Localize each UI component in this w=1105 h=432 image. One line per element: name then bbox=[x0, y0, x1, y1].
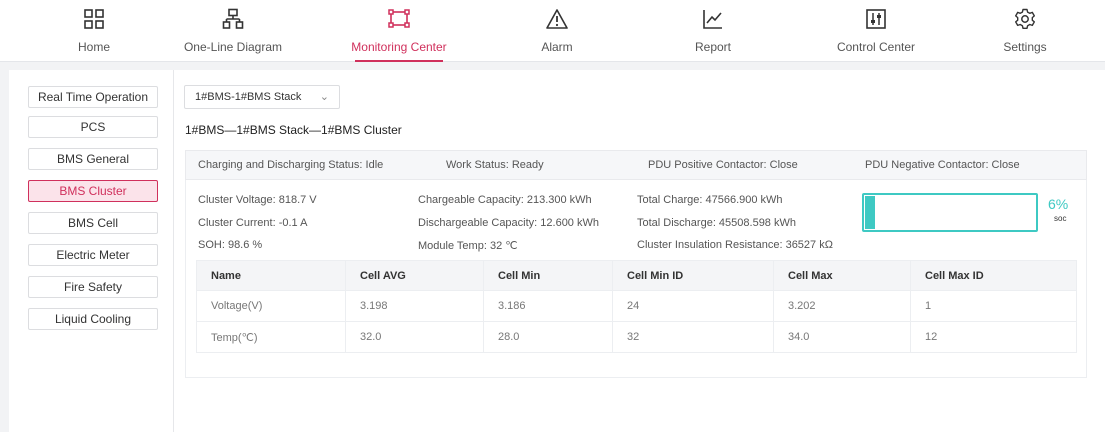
table-header: Cell Min ID bbox=[612, 260, 774, 291]
nav-home-label: Home bbox=[77, 40, 110, 54]
table-header: Cell AVG bbox=[345, 260, 484, 291]
nav-control-center-label: Control Center bbox=[836, 40, 916, 54]
pdu-negative-contactor: PDU Negative Contactor: Close bbox=[865, 159, 1020, 171]
soh: SOH: 98.6 % bbox=[198, 239, 263, 251]
charging-status: Charging and Discharging Status: Idle bbox=[198, 159, 384, 171]
table-row: Temp(℃) 32.0 28.0 32 34.0 12 bbox=[196, 321, 1077, 353]
table-cell: 28.0 bbox=[483, 321, 613, 353]
table-header: Name bbox=[196, 260, 346, 291]
status-bar: Charging and Discharging Status: Idle Wo… bbox=[185, 150, 1087, 180]
sidebar-item-pcs[interactable]: PCS bbox=[28, 116, 158, 138]
nav-home[interactable]: Home bbox=[34, 0, 154, 62]
cluster-current: Cluster Current: -0.1 A bbox=[198, 217, 308, 229]
nav-control-center[interactable]: Control Center bbox=[816, 0, 936, 62]
soc-value: 6% bbox=[1048, 196, 1069, 212]
table-cell: 34.0 bbox=[773, 321, 911, 353]
nav-report-label: Report bbox=[694, 40, 732, 54]
table-cell: 3.198 bbox=[345, 290, 484, 322]
nav-monitoring-center-label: Monitoring Center bbox=[351, 40, 447, 54]
cluster-stats: Cluster Voltage: 818.7 V Cluster Current… bbox=[185, 180, 1087, 378]
table-header: Cell Min bbox=[483, 260, 613, 291]
stack-select[interactable]: 1#BMS-1#BMS Stack ⌄ bbox=[184, 85, 340, 109]
pdu-positive-contactor: PDU Positive Contactor: Close bbox=[648, 159, 798, 171]
table-header: Cell Max ID bbox=[910, 260, 1077, 291]
nav-settings-label: Settings bbox=[1003, 40, 1047, 54]
alarm-warning-icon bbox=[546, 9, 568, 29]
gear-icon bbox=[1015, 8, 1035, 29]
home-grid-icon bbox=[84, 9, 104, 29]
dischargeable-capacity: Dischargeable Capacity: 12.600 kWh bbox=[418, 217, 599, 229]
sidebar-item-electric-meter[interactable]: Electric Meter bbox=[28, 244, 158, 266]
sidebar-item-bms-general[interactable]: BMS General bbox=[28, 148, 158, 170]
table-cell: 3.202 bbox=[773, 290, 911, 322]
cell-summary-table: Name Cell AVG Cell Min Cell Min ID Cell … bbox=[196, 260, 1077, 353]
module-temp: Module Temp: 32 ℃ bbox=[418, 240, 518, 252]
table-cell: 3.186 bbox=[483, 290, 613, 322]
report-chart-icon bbox=[703, 10, 722, 29]
sidebar-item-bms-cluster[interactable]: BMS Cluster bbox=[28, 180, 158, 202]
insulation-resistance: Cluster Insulation Resistance: 36527 kΩ bbox=[637, 239, 833, 251]
topology-icon bbox=[222, 8, 244, 29]
nav-one-line-diagram-label: One-Line Diagram bbox=[183, 40, 283, 54]
sidebar-item-real-time-operation[interactable]: Real Time Operation bbox=[28, 86, 158, 108]
chargeable-capacity: Chargeable Capacity: 213.300 kWh bbox=[418, 194, 592, 206]
nav-settings[interactable]: Settings bbox=[965, 0, 1085, 62]
soc-label: soc bbox=[1054, 214, 1067, 223]
table-row: Voltage(V) 3.198 3.186 24 3.202 1 bbox=[196, 290, 1077, 322]
nav-alarm[interactable]: Alarm bbox=[497, 0, 617, 62]
main-panel: Real Time Operation PCS BMS General BMS … bbox=[9, 70, 1105, 432]
table-cell: Voltage(V) bbox=[196, 290, 346, 322]
table-cell: 1 bbox=[910, 290, 1077, 322]
nav-report[interactable]: Report bbox=[653, 0, 773, 62]
top-nav: Home One-Line Diagram Monitoring Center … bbox=[0, 0, 1105, 62]
soc-gauge bbox=[862, 193, 1038, 232]
table-cell: 12 bbox=[910, 321, 1077, 353]
table-header-row: Name Cell AVG Cell Min Cell Min ID Cell … bbox=[196, 260, 1077, 291]
nav-one-line-diagram[interactable]: One-Line Diagram bbox=[173, 0, 293, 62]
chevron-down-icon: ⌄ bbox=[319, 91, 329, 103]
monitor-frame-icon bbox=[388, 9, 410, 28]
work-status: Work Status: Ready bbox=[446, 159, 544, 171]
sidebar: Real Time Operation PCS BMS General BMS … bbox=[9, 70, 174, 432]
table-cell: 32 bbox=[612, 321, 774, 353]
nav-monitoring-center[interactable]: Monitoring Center bbox=[339, 0, 459, 62]
soc-gauge-fill bbox=[865, 196, 876, 229]
total-discharge: Total Discharge: 45508.598 kWh bbox=[637, 217, 796, 229]
cluster-voltage: Cluster Voltage: 818.7 V bbox=[198, 194, 317, 206]
stack-select-value: 1#BMS-1#BMS Stack bbox=[195, 91, 302, 103]
table-cell: Temp(℃) bbox=[196, 321, 346, 353]
sidebar-item-liquid-cooling[interactable]: Liquid Cooling bbox=[28, 308, 158, 330]
table-cell: 24 bbox=[612, 290, 774, 322]
page-title: 1#BMS—1#BMS Stack—1#BMS Cluster bbox=[185, 123, 402, 137]
control-sliders-icon bbox=[866, 9, 886, 29]
sidebar-item-fire-safety[interactable]: Fire Safety bbox=[28, 276, 158, 298]
table-header: Cell Max bbox=[773, 260, 911, 291]
table-cell: 32.0 bbox=[345, 321, 484, 353]
total-charge: Total Charge: 47566.900 kWh bbox=[637, 194, 783, 206]
nav-alarm-label: Alarm bbox=[541, 40, 573, 54]
sidebar-item-bms-cell[interactable]: BMS Cell bbox=[28, 212, 158, 234]
